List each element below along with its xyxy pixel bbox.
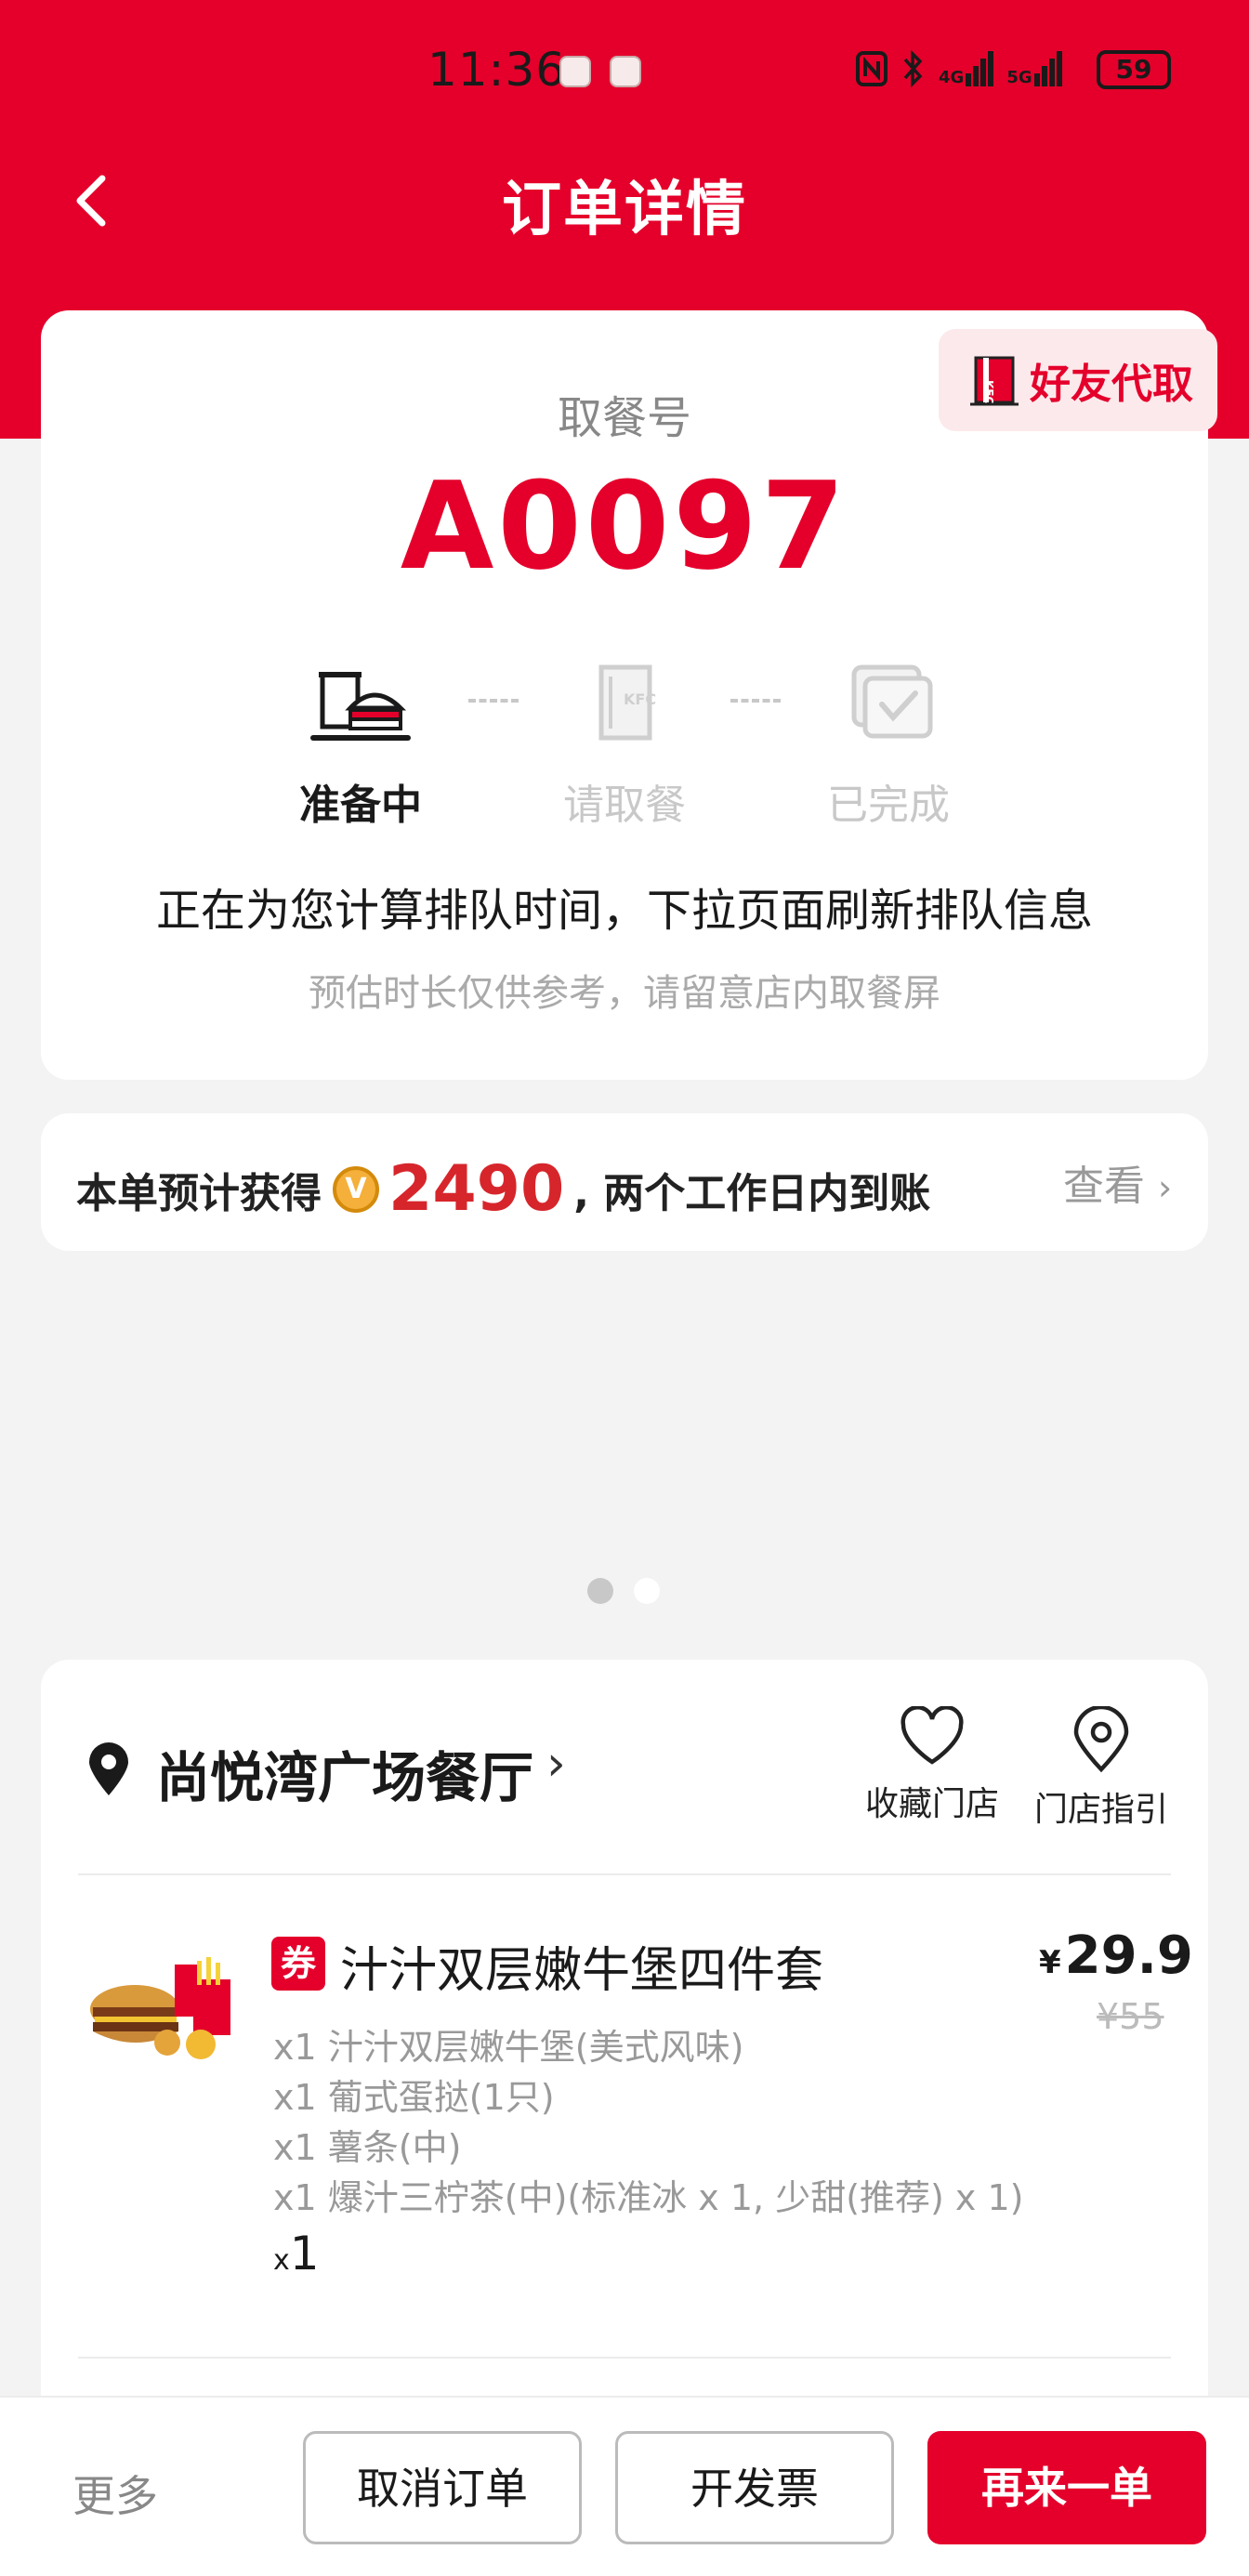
- queue-message: 正在为您计算排队时间，下拉页面刷新排队信息: [155, 885, 1093, 937]
- notification-shield-icon: [610, 56, 641, 87]
- bluetooth-icon: [903, 50, 923, 87]
- view-points-label: 查看: [1063, 1163, 1145, 1210]
- status-bar: 11:36 4G 5G 59: [0, 37, 1249, 108]
- invoice-button[interactable]: 开发票: [615, 2431, 894, 2544]
- meal-image: [90, 1957, 230, 2059]
- original-price: ¥55: [1097, 1996, 1164, 2037]
- location-pin-icon: [89, 1742, 128, 1795]
- points-suffix: , 两个工作日内到账: [573, 1169, 931, 1217]
- step-preparing: 准备中: [268, 662, 454, 831]
- pickup-number-label: 取餐号: [557, 392, 691, 444]
- step-label-preparing: 准备中: [299, 782, 422, 829]
- bottom-action-bar: 更多 取消订单 开发票 再来一单: [0, 2396, 1249, 2576]
- more-button[interactable]: 更多: [72, 2463, 158, 2524]
- cancel-order-button[interactable]: 取消订单: [303, 2431, 582, 2544]
- divider: [78, 2357, 1171, 2359]
- location-outline-icon: [1073, 1704, 1129, 1773]
- svg-text:KFC: KFC: [624, 690, 656, 708]
- store-directions-label: 门店指引: [1033, 1791, 1168, 1829]
- step-connector: [468, 699, 519, 703]
- price-value: 29.9: [1064, 1925, 1193, 1986]
- item-content: x1 葡式蛋挞(1只): [273, 2077, 555, 2118]
- step-label-complete: 已完成: [827, 782, 950, 829]
- item-quantity: x1: [273, 2227, 320, 2280]
- status-indicators: 4G 5G: [855, 50, 1062, 87]
- quantity-value: 1: [289, 2227, 320, 2280]
- favorite-store-button[interactable]: 收藏门店: [853, 1705, 1011, 1825]
- step-complete: 已完成: [795, 662, 981, 831]
- quantity-prefix: x: [273, 2244, 290, 2277]
- signal-4g-icon: 4G: [939, 51, 994, 86]
- chevron-right-icon[interactable]: ›: [546, 1736, 566, 1792]
- store-name[interactable]: 尚悦湾广场餐厅: [156, 1734, 533, 1812]
- pager-dot-active[interactable]: [587, 1578, 613, 1604]
- reorder-button[interactable]: 再来一单: [927, 2431, 1206, 2544]
- check-box-icon: [851, 664, 933, 739]
- pager-dot[interactable]: [634, 1578, 660, 1604]
- item-content: x1 汁汁双层嫩牛堡(美式风味): [273, 2027, 744, 2068]
- coupon-badge: 券: [271, 1937, 325, 1991]
- battery-indicator: 59: [1097, 50, 1171, 89]
- view-points-link[interactable]: 查看 ›: [1063, 1152, 1172, 1212]
- v-coin-icon: V: [333, 1165, 379, 1213]
- item-content: x1 爆汁三柠茶(中)(标准冰 x 1, 少甜(推荐) x 1): [273, 2177, 1024, 2218]
- currency-symbol: ¥: [1039, 1944, 1061, 1981]
- nfc-icon: [856, 51, 887, 86]
- status-time: 11:36: [427, 43, 567, 97]
- step-label-ready: 请取餐: [563, 782, 686, 829]
- nav-bar: 订单详情: [0, 149, 1249, 251]
- pickup-number: A0097: [400, 455, 849, 597]
- chevron-right-icon: ›: [1158, 1167, 1173, 1208]
- tray-burger-icon: [310, 672, 411, 741]
- points-card[interactable]: 本单预计获得 V 2490 , 两个工作日内到账 查看 ›: [41, 1113, 1208, 1251]
- queue-hint: 预估时长仅供参考，请留意店内取餐屏: [309, 972, 940, 1015]
- store-directions-button[interactable]: 门店指引: [1022, 1704, 1180, 1831]
- step-ready: KFC 请取餐: [532, 662, 717, 831]
- item-content: x1 薯条(中): [273, 2127, 462, 2168]
- signal-5g-icon: 5G: [1006, 51, 1062, 86]
- points-summary: 本单预计获得 V 2490 , 两个工作日内到账: [76, 1152, 930, 1226]
- page-title: 订单详情: [502, 176, 747, 244]
- heart-icon: [901, 1705, 964, 1765]
- step-connector: [730, 699, 781, 703]
- notification-app-icon: [559, 56, 591, 87]
- item-name: 汁汁双层嫩牛堡四件套: [340, 1943, 824, 1999]
- divider: [78, 1873, 1171, 1875]
- points-amount: 2490: [388, 1152, 565, 1226]
- points-prefix: 本单预计获得: [76, 1169, 322, 1217]
- kfc-bag-icon: KFC: [598, 664, 656, 741]
- favorite-store-label: 收藏门店: [864, 1785, 999, 1823]
- item-price: ¥29.9: [1039, 1925, 1193, 1986]
